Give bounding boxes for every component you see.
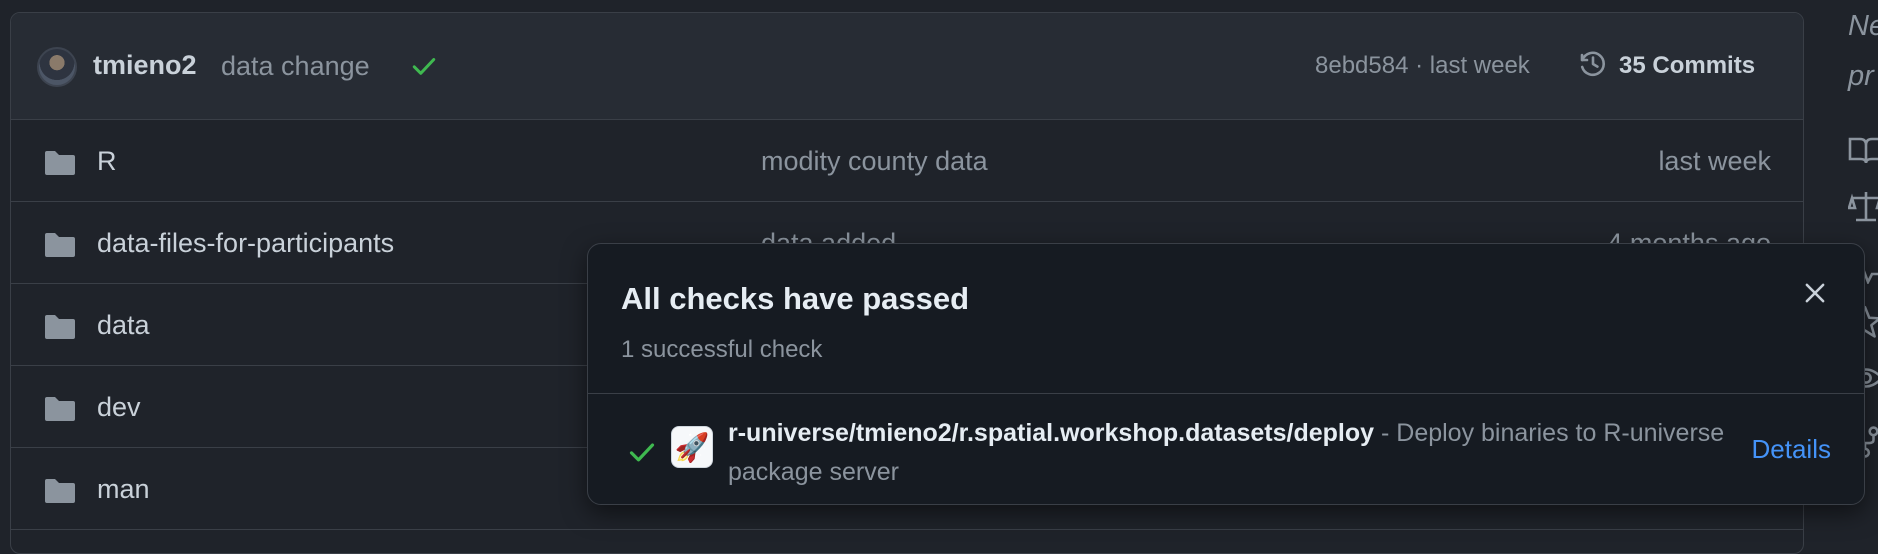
book-icon[interactable] <box>1848 135 1878 173</box>
side-panel-text-line2: pr <box>1848 60 1874 92</box>
folder-icon <box>43 231 77 264</box>
commit-author[interactable]: tmieno2 <box>93 50 197 81</box>
file-date: last week <box>1658 146 1771 176</box>
checks-popover: All checks have passed 1 successful chec… <box>587 243 1865 505</box>
check-run-row[interactable]: 🚀 r-universe/tmieno2/r.spatial.workshop.… <box>588 394 1864 504</box>
file-name[interactable]: data <box>97 310 150 341</box>
file-name[interactable]: dev <box>97 392 141 423</box>
commit-message[interactable]: data change <box>221 51 370 82</box>
file-name[interactable]: man <box>97 474 150 505</box>
avatar[interactable] <box>37 47 77 87</box>
file-commit-message[interactable]: modity county data <box>761 146 988 177</box>
check-run-text: r-universe/tmieno2/r.spatial.workshop.da… <box>728 414 1728 492</box>
file-name[interactable]: data-files-for-participants <box>97 228 394 259</box>
folder-icon <box>43 395 77 428</box>
history-icon[interactable] <box>1577 48 1609 85</box>
latest-commit-bar: tmieno2 data change 8ebd584 · last week … <box>11 13 1803 120</box>
side-panel-text-line1: Ne <box>1848 10 1878 42</box>
check-success-icon <box>628 438 656 471</box>
check-run-name: r-universe/tmieno2/r.spatial.workshop.da… <box>728 419 1375 447</box>
rocket-icon: 🚀 <box>671 426 713 468</box>
file-name[interactable]: R <box>97 146 117 177</box>
commits-link[interactable]: 35 Commits <box>1619 52 1755 80</box>
commit-sha-time[interactable]: 8ebd584 · last week <box>1315 52 1530 80</box>
folder-icon <box>43 477 77 510</box>
file-row[interactable]: R modity county data last week <box>11 120 1803 202</box>
folder-icon <box>43 313 77 346</box>
details-link[interactable]: Details <box>1752 434 1831 465</box>
checks-popover-header: All checks have passed 1 successful chec… <box>588 244 1864 394</box>
checks-subtitle: 1 successful check <box>621 336 823 363</box>
checks-title: All checks have passed <box>621 281 970 316</box>
scale-icon[interactable] <box>1847 190 1878 232</box>
close-icon[interactable] <box>1802 280 1828 306</box>
check-status-icon[interactable] <box>411 53 437 84</box>
folder-icon <box>43 149 77 182</box>
